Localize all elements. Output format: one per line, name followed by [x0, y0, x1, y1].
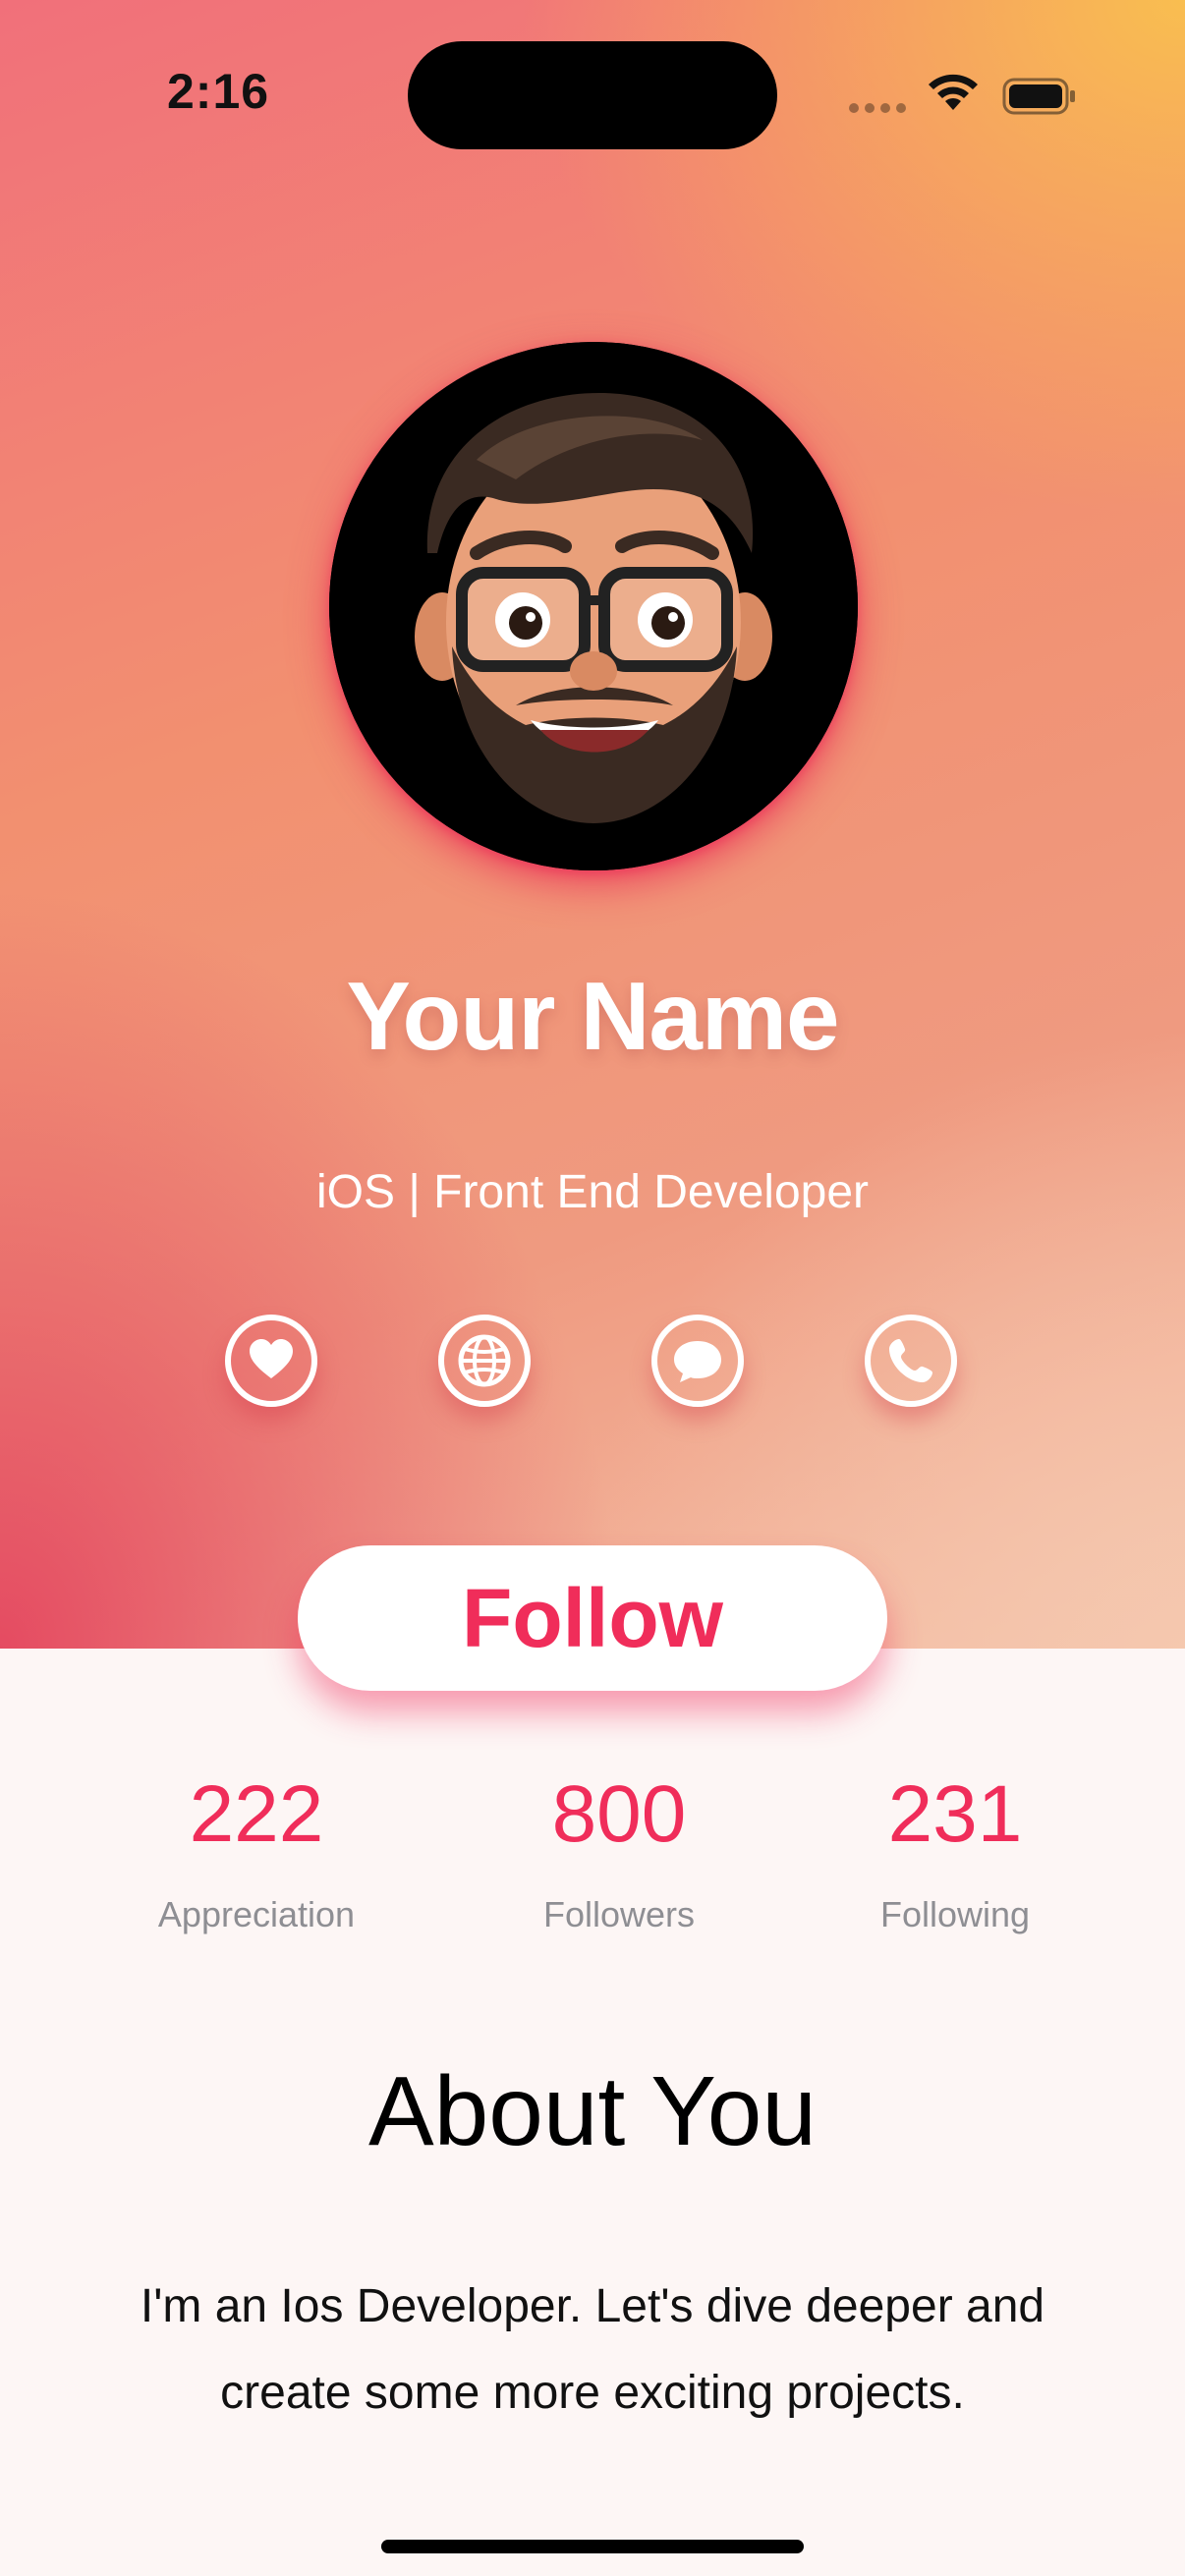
profile-name: Your Name [346, 962, 839, 1070]
heart-icon [250, 1339, 293, 1378]
message-icon [674, 1341, 721, 1382]
profile-avatar[interactable] [329, 342, 858, 870]
stat-followers-value: 800 [551, 1769, 687, 1859]
memoji-avatar-icon [329, 342, 858, 870]
home-indicator[interactable] [381, 2540, 804, 2553]
battery-icon [1002, 78, 1075, 115]
cellular-signal-icon [849, 103, 908, 115]
about-title: About You [367, 2056, 818, 2166]
social-links [0, 1315, 1185, 1413]
globe-icon [458, 1334, 511, 1387]
about-text: I'm an Ios Developer. Let's dive deeper … [140, 2280, 1045, 2419]
stat-following-value: 231 [887, 1769, 1023, 1859]
stat-followers-label: Followers [542, 1894, 696, 1934]
profile-title: iOS | Front End Developer [315, 1166, 870, 1218]
status-time: 2:16 [167, 64, 270, 119]
phone-icon [889, 1339, 932, 1382]
wifi-icon [929, 74, 978, 110]
stat-following-label: Following [879, 1894, 1031, 1934]
dynamic-island [408, 41, 777, 149]
message-button[interactable] [651, 1315, 744, 1407]
phone-button[interactable] [865, 1315, 957, 1407]
stat-appreciation-value: 222 [189, 1769, 324, 1859]
globe-button[interactable] [438, 1315, 531, 1407]
stat-appreciation-label: Appreciation [157, 1894, 356, 1934]
heart-button[interactable] [225, 1315, 317, 1407]
follow-button[interactable]: Follow [298, 1545, 887, 1691]
